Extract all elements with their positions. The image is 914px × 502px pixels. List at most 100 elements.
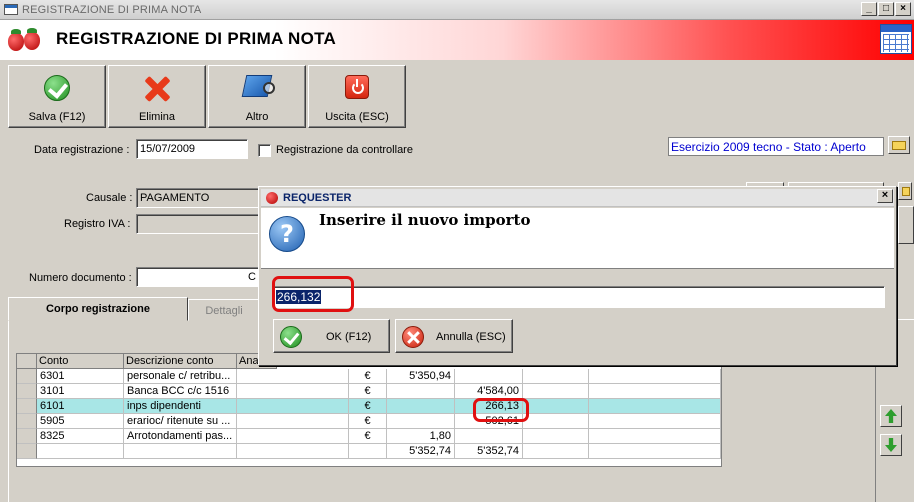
cell-currency[interactable]: €: [349, 429, 387, 444]
column-header-descrizione[interactable]: Descrizione conto: [124, 354, 237, 369]
amount-input[interactable]: 266,132: [273, 286, 885, 308]
maximize-button[interactable]: □: [878, 2, 894, 16]
power-icon: [345, 75, 369, 99]
date-label: Data registrazione :: [34, 144, 130, 156]
cell-dare[interactable]: 5'350,94: [387, 369, 455, 384]
cell-currency[interactable]: €: [349, 384, 387, 399]
cell-currency[interactable]: €: [349, 369, 387, 384]
table-row[interactable]: 6301 personale c/ retribu... €5'350,94: [17, 369, 721, 384]
registro-iva-field[interactable]: [136, 214, 260, 234]
cell-avere[interactable]: 4'584,00: [455, 384, 523, 399]
cell-extra[interactable]: [589, 399, 721, 414]
delete-button[interactable]: Elimina: [108, 65, 206, 128]
cell-anagrafica[interactable]: [237, 429, 349, 444]
cell-dare[interactable]: [387, 384, 455, 399]
cell-descrizione[interactable]: Banca BCC c/c 1516: [124, 384, 237, 399]
row-indicator: [17, 429, 37, 444]
to-check-label: Registrazione da controllare: [276, 144, 413, 156]
cell-avere[interactable]: [455, 429, 523, 444]
exit-label: Uscita (ESC): [325, 111, 389, 123]
fiscal-year-folder-button[interactable]: [888, 136, 910, 154]
cell-anagrafica[interactable]: [237, 399, 349, 414]
move-down-button[interactable]: [880, 434, 902, 456]
cell-conto[interactable]: [37, 444, 124, 459]
header-banner: REGISTRAZIONE DI PRIMA NOTA: [0, 20, 914, 60]
window-title-bar: REGISTRAZIONE DI PRIMA NOTA _ □ ×: [0, 0, 914, 20]
close-button[interactable]: ×: [895, 2, 911, 16]
cell-descrizione[interactable]: inps dipendenti: [124, 399, 237, 414]
cell-conto[interactable]: 5905: [37, 414, 124, 429]
page-title: REGISTRAZIONE DI PRIMA NOTA: [56, 29, 337, 48]
cell-currency[interactable]: €: [349, 399, 387, 414]
total-avere[interactable]: 5'352,74: [455, 444, 523, 459]
ok-button[interactable]: OK (F12): [273, 319, 390, 353]
move-up-button[interactable]: [880, 405, 902, 427]
cell-extra[interactable]: [523, 444, 589, 459]
date-field[interactable]: 15/07/2009: [136, 139, 248, 159]
requester-dialog: REQUESTER × ? Inserire il nuovo importo …: [258, 186, 897, 366]
cell-extra[interactable]: [523, 399, 589, 414]
checkmark-icon: [280, 326, 302, 348]
to-check-checkbox[interactable]: [258, 144, 271, 157]
cell-extra[interactable]: [589, 429, 721, 444]
checkmark-icon: [44, 75, 70, 101]
cell-extra[interactable]: [589, 384, 721, 399]
cell-extra[interactable]: [589, 369, 721, 384]
dialog-message-area: ? Inserire il nuovo importo: [261, 208, 894, 269]
tab-corpo-registrazione[interactable]: Corpo registrazione: [8, 297, 188, 321]
cell-conto[interactable]: 3101: [37, 384, 124, 399]
cell-dare[interactable]: [387, 399, 455, 414]
table-row[interactable]: 3101 Banca BCC c/c 1516 €4'584,00: [17, 384, 721, 399]
other-button[interactable]: Altro: [208, 65, 306, 128]
dialog-close-button[interactable]: ×: [877, 189, 893, 203]
table-row[interactable]: 5905 erarioc/ ritenute su ... €502,61: [17, 414, 721, 429]
cell-descrizione[interactable]: [124, 444, 237, 459]
cell-extra[interactable]: [523, 384, 589, 399]
cell-descrizione[interactable]: Arrotondamenti pas...: [124, 429, 237, 444]
cell-extra[interactable]: [523, 369, 589, 384]
cancel-button[interactable]: Annulla (ESC): [395, 319, 513, 353]
causale-folder-button[interactable]: [898, 182, 912, 200]
column-header-conto[interactable]: Conto: [37, 354, 124, 369]
accounting-grid[interactable]: Conto Descrizione conto Anag 6301 persona…: [16, 353, 722, 467]
side-scroll-button[interactable]: [898, 206, 914, 244]
strawberry-logo-icon: [8, 29, 24, 51]
cell-anagrafica[interactable]: [237, 444, 349, 459]
cell-dare[interactable]: [387, 414, 455, 429]
question-icon: ?: [269, 216, 305, 252]
tab-dettagli[interactable]: Dettagli: [188, 299, 260, 321]
causale-field[interactable]: PAGAMENTO: [136, 188, 260, 208]
cancel-label: Annulla (ESC): [436, 331, 506, 343]
cell-anagrafica[interactable]: [237, 414, 349, 429]
row-indicator: [17, 369, 37, 384]
cell-currency[interactable]: [349, 444, 387, 459]
table-row[interactable]: 8325 Arrotondamenti pas... €1,80: [17, 429, 721, 444]
cell-extra[interactable]: [589, 444, 721, 459]
document-number-field[interactable]: C: [136, 267, 260, 287]
delete-label: Elimina: [138, 111, 176, 123]
exit-button[interactable]: Uscita (ESC): [308, 65, 406, 128]
save-button[interactable]: Salva (F12): [8, 65, 106, 128]
cell-avere[interactable]: [455, 369, 523, 384]
table-row[interactable]: 6101 inps dipendenti €266,13: [17, 399, 721, 414]
row-indicator: [17, 444, 37, 459]
cell-anagrafica[interactable]: [237, 369, 349, 384]
cell-extra[interactable]: [523, 414, 589, 429]
dialog-message: Inserire il nuovo importo: [319, 211, 531, 229]
cell-descrizione[interactable]: erarioc/ ritenute su ...: [124, 414, 237, 429]
minimize-button[interactable]: _: [861, 2, 877, 16]
calendar-icon[interactable]: [880, 24, 912, 54]
cell-anagrafica[interactable]: [237, 384, 349, 399]
other-label: Altro: [245, 111, 269, 123]
totals-row: 5'352,74 5'352,74: [17, 444, 721, 459]
cell-conto[interactable]: 6301: [37, 369, 124, 384]
cell-descrizione[interactable]: personale c/ retribu...: [124, 369, 237, 384]
cell-extra[interactable]: [523, 429, 589, 444]
cell-currency[interactable]: €: [349, 414, 387, 429]
total-dare[interactable]: 5'352,74: [387, 444, 455, 459]
cell-conto[interactable]: 6101: [37, 399, 124, 414]
cell-conto[interactable]: 8325: [37, 429, 124, 444]
row-indicator: [17, 399, 37, 414]
cell-dare[interactable]: 1,80: [387, 429, 455, 444]
cell-extra[interactable]: [589, 414, 721, 429]
